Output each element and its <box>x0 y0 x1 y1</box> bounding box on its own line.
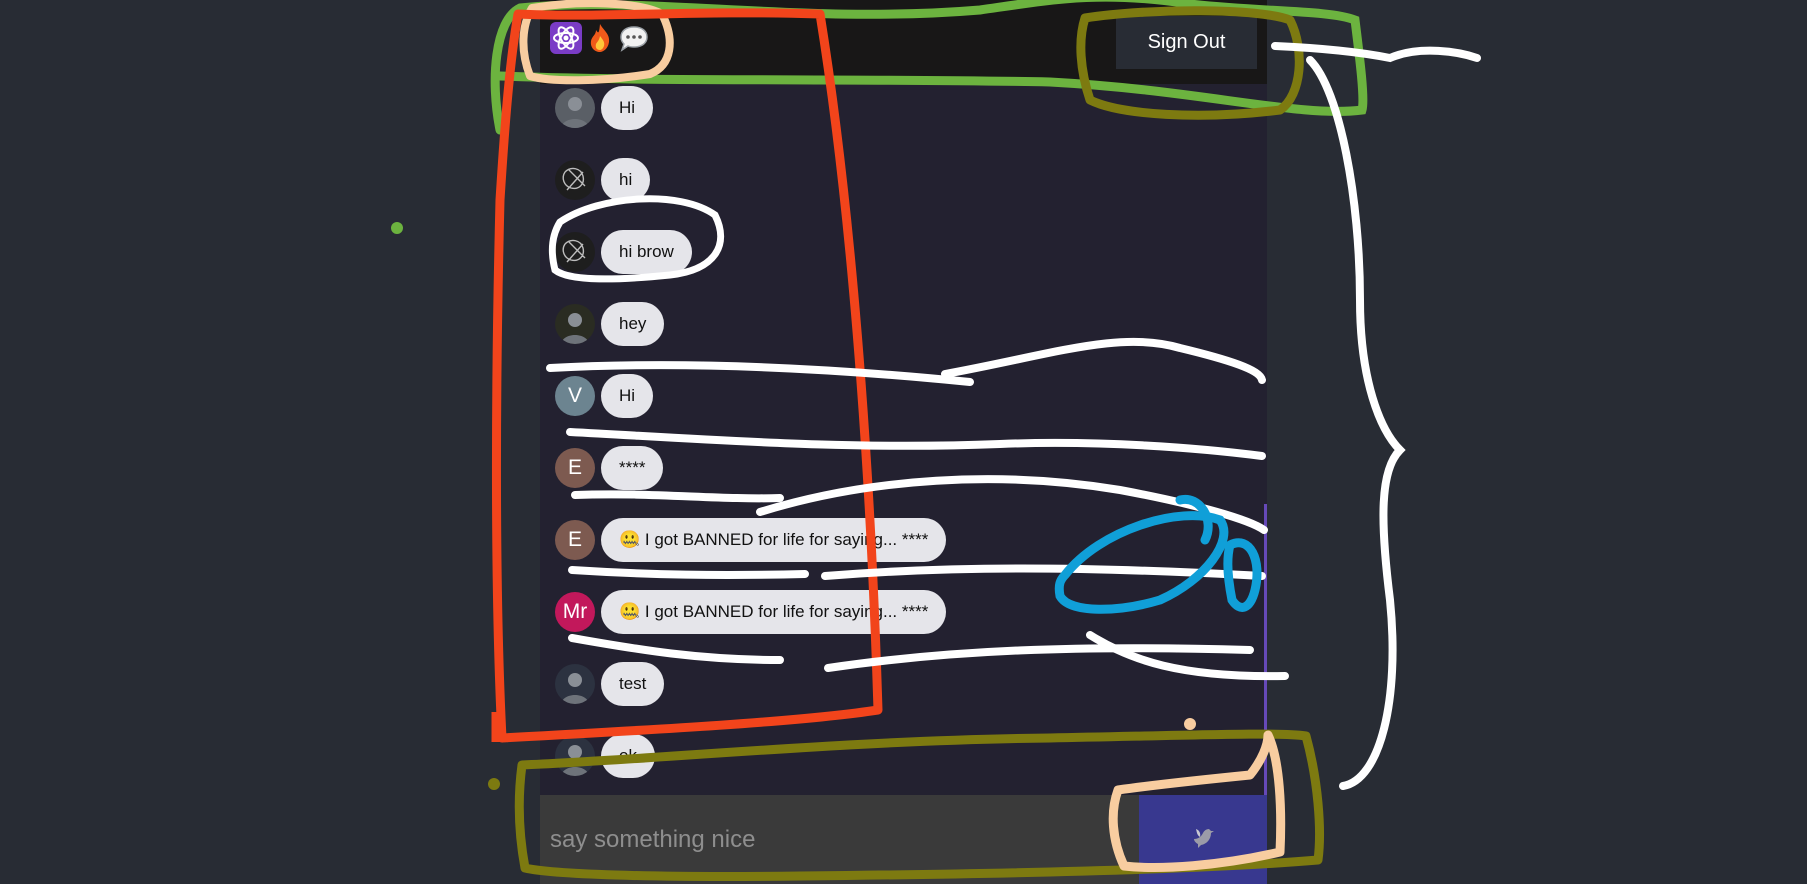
avatar: V <box>555 376 595 416</box>
fire-icon <box>584 22 616 54</box>
message-row: E 🤐 I got BANNED for life for saying... *… <box>555 518 947 562</box>
avatar <box>555 736 595 776</box>
message-bubble: hey <box>601 302 665 346</box>
avatar <box>555 304 595 344</box>
message-bubble: hi <box>601 158 651 202</box>
app-logo <box>550 22 650 54</box>
message-bubble: Hi <box>601 374 654 418</box>
avatar <box>555 232 595 272</box>
message-row: Hi <box>555 86 654 130</box>
annotation-olive-dot <box>488 778 500 790</box>
message-bubble: Hi <box>601 86 654 130</box>
annotation-green-dot <box>391 222 403 234</box>
scrollbar-thumb[interactable] <box>1264 504 1267 795</box>
message-bubble: **** <box>601 446 664 490</box>
message-row: V Hi <box>555 374 654 418</box>
send-button[interactable] <box>1139 795 1267 884</box>
message-row: Mr 🤐 I got BANNED for life for saying... … <box>555 590 947 634</box>
message-bubble: ok <box>601 734 655 778</box>
sign-out-button[interactable]: Sign Out <box>1116 16 1257 69</box>
message-list[interactable]: Hi hi hi brow hey V Hi E **** E 🤐 I got BANNED fo… <box>540 84 1267 795</box>
atom-icon <box>550 22 582 54</box>
avatar <box>555 88 595 128</box>
message-bubble: test <box>601 662 665 706</box>
app-header: Sign Out <box>540 0 1267 84</box>
message-row: hi <box>555 158 651 202</box>
avatar: Mr <box>555 592 595 632</box>
avatar <box>555 664 595 704</box>
avatar: E <box>555 520 595 560</box>
dove-icon <box>1191 827 1215 852</box>
message-composer <box>540 795 1267 884</box>
message-bubble: 🤐 I got BANNED for life for saying... **… <box>601 590 947 634</box>
message-bubble: 🤐 I got BANNED for life for saying... **… <box>601 518 947 562</box>
message-row: E **** <box>555 446 664 490</box>
avatar <box>555 160 595 200</box>
message-bubble: hi brow <box>601 230 692 274</box>
message-row: hey <box>555 302 665 346</box>
page: Sign Out Hi hi hi brow hey V Hi E **** E 🤐 I got … <box>0 0 1807 884</box>
message-input[interactable] <box>540 795 1139 884</box>
message-row: hi brow <box>555 230 692 274</box>
avatar: E <box>555 448 595 488</box>
message-row: test <box>555 662 665 706</box>
chat-app: Sign Out Hi hi hi brow hey V Hi E **** E 🤐 I got … <box>540 0 1267 884</box>
speech-bubble-icon <box>618 22 650 54</box>
message-row: ok <box>555 734 655 778</box>
